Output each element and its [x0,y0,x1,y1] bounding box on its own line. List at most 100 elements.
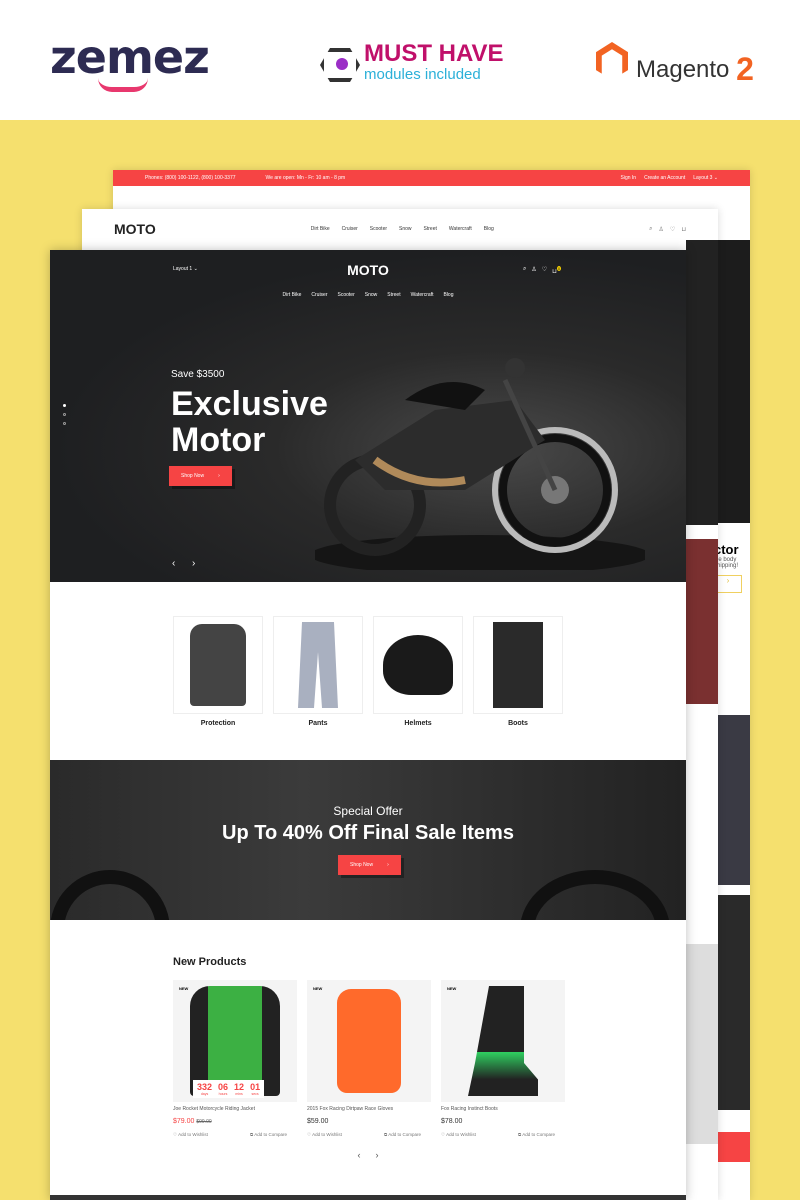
search-icon[interactable]: ⌕ [523,266,526,275]
hero-title-line1: Exclusive [171,385,328,423]
motorcycle-image [315,358,645,570]
nav-street[interactable]: Street [387,292,400,298]
add-to-compare[interactable]: ⧉ Add to Compare [384,1132,421,1138]
compare-label: Add to Compare [522,1132,555,1137]
protection-image [190,624,246,706]
layout-switcher[interactable]: Layout 3 ⌄ [693,175,718,181]
countdown-days: 332 [197,1082,213,1092]
hero-slider: Layout 1 ⌄ MOTO ⌕ ♙ ♡ ⊔0 Dirt Bike Cruiser Sc… [50,250,686,582]
nav-dirt-bike[interactable]: Dirt Bike [282,292,301,298]
add-to-wishlist[interactable]: ♡ Add to Wishlist [441,1132,476,1138]
create-account-link[interactable]: Create an Account [644,175,685,181]
prev-products-arrow[interactable]: ‹ [357,1150,360,1160]
cart-icon[interactable]: ⊔ [681,226,686,233]
slide-dot[interactable] [63,422,66,425]
main-nav: Dirt Bike Cruiser Scooter Snow Street Watercr… [311,226,494,232]
product-name[interactable]: 2015 Fox Racing Dirtpaw Race Gloves [307,1106,431,1112]
category-boots[interactable]: Boots [473,616,563,760]
product-price: $79.00 [173,1118,195,1125]
nav-scooter[interactable]: Scooter [370,226,387,232]
product-card[interactable]: NEW 332 days 06 hours 12 mins 01 secs Joe Ro… [173,980,297,1138]
slide-dot[interactable] [63,404,66,407]
nav-snow[interactable]: Snow [399,226,412,232]
category-label: Helmets [404,720,432,727]
promo-title: ctor [714,542,739,557]
image-sliver [686,944,718,1144]
nav-watercraft[interactable]: Watercraft [449,226,472,232]
nav-dirt-bike[interactable]: Dirt Bike [311,226,330,232]
countdown-unit: secs [251,1092,259,1096]
countdown-hours: 06 [218,1082,229,1092]
offer-title: Up To 40% Off Final Sale Items [222,822,514,844]
product-name[interactable]: Joe Rocket Motorcycle Riding Jacket [173,1106,297,1112]
top-bar: Phones: (800) 100-1122, (800) 100-3377 W… [113,170,750,186]
user-icon[interactable]: ♙ [531,266,536,275]
countdown-secs: 01 [250,1082,261,1092]
compare-label: Add to Compare [388,1132,421,1137]
new-badge: NEW [179,986,189,991]
offer-shop-now-button[interactable]: Shop Now › [338,855,401,875]
new-badge: NEW [313,986,323,991]
nav-cruiser[interactable]: Cruiser [342,226,358,232]
heart-icon: ♡ [173,1132,178,1137]
new-badge: NEW [447,986,457,991]
hours: We are open: Mn - Fr: 10 am - 8 pm [265,175,346,181]
main-nav: Dirt Bike Cruiser Scooter Snow Street Watercr… [50,292,686,298]
hero-title-line2: Motor [171,421,266,459]
product-price: $59.00 [307,1118,329,1125]
product-price: $78.00 [441,1118,463,1125]
product-card[interactable]: NEW 2015 Fox Racing Dirtpaw Race Gloves … [307,980,431,1138]
magento-label: Magento 2 [636,48,754,87]
heart-icon: ♡ [307,1132,312,1137]
nav-cruiser[interactable]: Cruiser [311,292,327,298]
logo[interactable]: MOTO [50,262,686,278]
add-to-wishlist[interactable]: ♡ Add to Wishlist [307,1132,342,1138]
next-slide-arrow[interactable]: › [192,558,195,569]
nav-scooter[interactable]: Scooter [338,292,355,298]
wheel-image [50,870,170,920]
promo-button[interactable]: › [714,575,742,593]
category-helmets[interactable]: Helmets [373,616,463,760]
slide-dot[interactable] [63,413,66,416]
promo-text-2: shipping! [714,563,739,569]
add-to-wishlist[interactable]: ♡ Add to Wishlist [173,1132,208,1138]
category-pants[interactable]: Pants [273,616,363,760]
product-old-price: $99.00 [196,1119,212,1125]
cart-icon[interactable]: ⊔0 [552,266,562,275]
category-protection[interactable]: Protection [173,616,263,760]
product-name[interactable]: Fox Racing Instinct Boots [441,1106,565,1112]
nav-street[interactable]: Street [424,226,437,232]
magento-text: Magento [636,56,730,83]
countdown-unit: mins [235,1092,243,1096]
product-card[interactable]: NEW Fox Racing Instinct Boots $78.00 ♡ A… [441,980,565,1138]
wheel-image [520,870,670,920]
add-to-compare[interactable]: ⧉ Add to Compare [250,1132,287,1138]
zemes-logo: zemez [50,30,210,84]
nav-watercraft[interactable]: Watercraft [411,292,434,298]
section-title: New Products [173,956,247,968]
countdown-mins: 12 [234,1082,245,1092]
heart-icon[interactable]: ♡ [542,266,547,275]
search-icon[interactable]: ⌕ [649,226,652,233]
hero-shop-now-button[interactable]: Shop Now › [169,466,232,486]
logo[interactable]: MOTO [114,221,156,237]
prev-slide-arrow[interactable]: ‹ [172,558,175,569]
nav-blog[interactable]: Blog [443,292,453,298]
nav-snow[interactable]: Snow [365,292,378,298]
nav-blog[interactable]: Blog [484,226,494,232]
hero-image-sliver [686,240,718,525]
category-list: Protection Pants Helmets Boots [50,582,686,760]
user-icon[interactable]: ♙ [659,226,664,233]
wishlist-label: Add to Wishlist [446,1132,476,1137]
category-label: Boots [508,720,528,727]
cart-count-badge: 0 [556,266,562,271]
boots-image [468,986,538,1096]
image-sliver [718,895,750,1110]
sign-in-link[interactable]: Sign In [621,175,637,181]
add-to-compare[interactable]: ⧉ Add to Compare [518,1132,555,1138]
next-products-arrow[interactable]: › [376,1150,379,1160]
compare-icon: ⧉ [249,1132,254,1137]
heart-icon[interactable]: ♡ [670,226,675,233]
category-label: Protection [200,720,236,727]
chevron-right-icon: › [387,862,389,868]
